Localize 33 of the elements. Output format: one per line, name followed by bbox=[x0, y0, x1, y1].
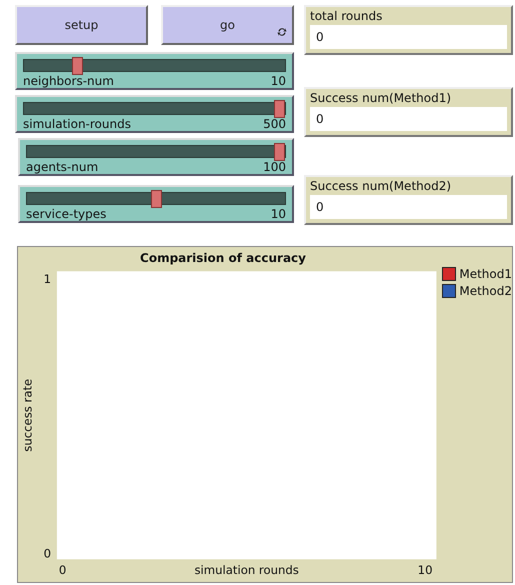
slider-thumb[interactable] bbox=[274, 143, 285, 161]
slider-thumb[interactable] bbox=[274, 100, 285, 118]
monitor-value: 0 bbox=[310, 195, 507, 219]
slider-label: service-types bbox=[26, 207, 106, 221]
forever-button[interactable]: go bbox=[161, 5, 294, 45]
slider[interactable]: simulation-rounds 500 bbox=[15, 95, 294, 133]
slider-label: simulation-rounds bbox=[23, 117, 131, 131]
monitor-value: 0 bbox=[310, 25, 507, 49]
slider[interactable]: service-types 10 bbox=[18, 185, 294, 223]
legend-label: Method1 bbox=[459, 267, 512, 281]
slider-label: neighbors-num bbox=[23, 74, 114, 88]
monitor-value: 0 bbox=[310, 107, 507, 131]
x-axis-label: simulation rounds bbox=[194, 562, 299, 577]
slider-value: 10 bbox=[270, 207, 286, 221]
monitor-label: Success num(Method1) bbox=[310, 91, 452, 105]
slider-value: 500 bbox=[263, 117, 286, 131]
chart-title: Comparision of accuracy bbox=[139, 250, 307, 267]
legend-label: Method2 bbox=[459, 284, 512, 298]
command-button[interactable]: setup bbox=[15, 5, 148, 45]
slider[interactable]: neighbors-num 10 bbox=[15, 52, 294, 90]
x-tick-label: 10 bbox=[418, 562, 433, 577]
slider-thumb[interactable] bbox=[72, 57, 82, 75]
y-axis-label: success rate bbox=[20, 378, 35, 452]
monitor-label: Success num(Method2) bbox=[310, 179, 452, 193]
y-tick-label: 0 bbox=[44, 546, 52, 560]
y-tick-label: 1 bbox=[44, 272, 52, 286]
slider[interactable]: agents-num 100 bbox=[18, 138, 294, 176]
slider-thumb[interactable] bbox=[150, 190, 162, 208]
monitor-label: total rounds bbox=[310, 9, 384, 23]
slider-value: 10 bbox=[270, 74, 286, 88]
slider-label: agents-num bbox=[26, 160, 98, 174]
x-tick-label: 0 bbox=[58, 562, 66, 577]
slider-value: 100 bbox=[263, 160, 286, 174]
